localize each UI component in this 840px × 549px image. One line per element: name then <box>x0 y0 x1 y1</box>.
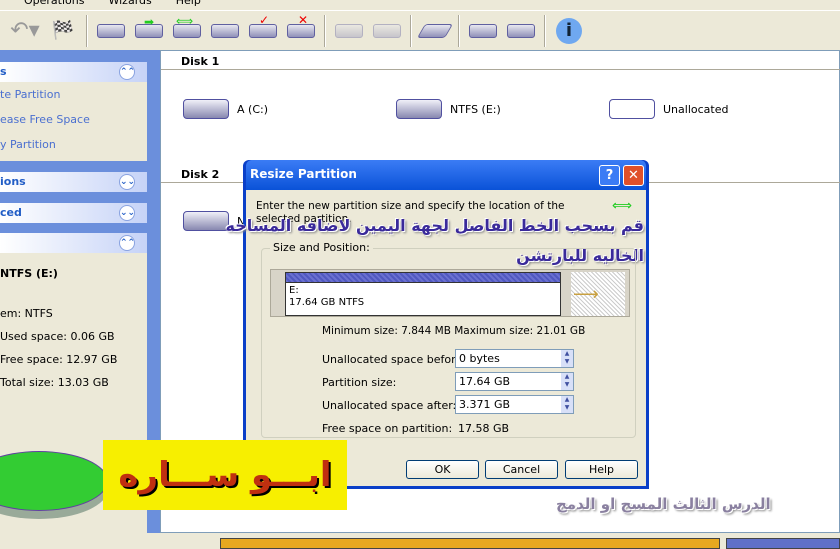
check-partition-icon: ✓ <box>249 13 277 38</box>
menu-help[interactable]: Help <box>176 0 201 8</box>
ok-button[interactable]: OK <box>406 460 479 479</box>
disk2-label: Disk 2 <box>181 168 220 181</box>
wipe-button[interactable] <box>416 15 454 47</box>
disk-drive-icon <box>183 211 229 231</box>
arabic-instruction-1: قم بسحب الخط الفاصل لجهة اليمين لاضافه ا… <box>225 216 644 235</box>
resize-partition-icon: ⟺ <box>611 198 632 214</box>
disabled-tool-2-button[interactable] <box>368 15 406 47</box>
explore-button[interactable] <box>502 15 540 47</box>
disk-strip <box>726 538 840 549</box>
unalloc-after-input[interactable]: 3.371 GB ▲ ▼ <box>455 395 574 414</box>
disk1-label: Disk 1 <box>181 55 220 68</box>
toolbar-separator <box>410 14 412 47</box>
info-icon: i <box>556 17 582 44</box>
bottom-bar <box>160 533 840 549</box>
size-position-group: Size and Position: E: 17.64 GB NTFS ⟶ Min… <box>261 241 636 438</box>
move-partition-button[interactable]: ➡ <box>130 15 168 47</box>
menu-wizards[interactable]: Wizards <box>108 0 151 8</box>
help-icon[interactable]: ? <box>599 165 620 186</box>
lesson-caption: الدرس الثالث المسح او الدمج <box>556 495 771 513</box>
divider <box>161 69 840 70</box>
spinner[interactable]: ▲ ▼ <box>561 373 573 390</box>
toolbar: ↶▾ 🏁 ➡ ⟺ ✓ ✕ i <box>0 10 840 50</box>
free-space-label: Free space on partition: <box>322 422 453 435</box>
unalloc-after-label: Unallocated space after: <box>322 399 457 412</box>
apply-button[interactable]: 🏁 <box>44 15 82 47</box>
undo-icon: ↶▾ <box>10 18 40 43</box>
sidebar-item-copy-partition[interactable]: y Partition <box>0 132 147 157</box>
disk-drive-icon <box>609 99 655 119</box>
volume-c[interactable]: A (C:) <box>183 99 268 119</box>
details-free: Free space: 12.97 GB <box>0 353 118 366</box>
cancel-button[interactable]: Cancel <box>485 460 558 479</box>
usage-pie-chart <box>0 451 108 511</box>
volume-unallocated[interactable]: Unallocated <box>609 99 728 119</box>
section-header[interactable]: s ⌃⌃ <box>0 62 147 82</box>
section-header[interactable]: ⌃⌃ <box>0 233 147 253</box>
chevron-down-icon[interactable]: ⌄⌄ <box>119 205 135 221</box>
properties-icon <box>469 23 497 38</box>
details-total: Total size: 13.03 GB <box>0 376 109 389</box>
details-fs: em: NTFS <box>0 307 53 320</box>
toolbar-separator <box>458 14 460 47</box>
partition-block[interactable]: E: 17.64 GB NTFS <box>285 272 561 316</box>
delete-partition-icon: ✕ <box>287 13 315 38</box>
section-header[interactable]: ced ⌄⌄ <box>0 203 147 223</box>
spinner[interactable]: ▲ ▼ <box>561 396 573 413</box>
section-header[interactable]: ions ⌄⌄ <box>0 172 147 192</box>
disabled-tool-1-icon <box>335 23 363 38</box>
volume-e[interactable]: NTFS (E:) <box>396 99 501 119</box>
sidebar-item-create-partition[interactable]: te Partition <box>0 82 147 107</box>
disk-drive-icon <box>396 99 442 119</box>
dialog-titlebar: Resize Partition ? ✕ <box>246 160 646 190</box>
format-partition-button[interactable] <box>206 15 244 47</box>
partition-usage-bar <box>286 273 560 283</box>
properties-button[interactable] <box>464 15 502 47</box>
unalloc-before-input[interactable]: 0 bytes ▲ ▼ <box>455 349 574 368</box>
partition-size-input[interactable]: 17.64 GB ▲ ▼ <box>455 372 574 391</box>
menu-bar: Operations Wizards Help <box>0 0 840 8</box>
format-partition-icon <box>211 23 239 38</box>
resize-partition-icon: ⟺ <box>173 14 201 38</box>
delete-partition-button[interactable]: ✕ <box>282 13 320 47</box>
sidebar-section-advanced: ced ⌄⌄ <box>0 203 147 223</box>
resize-partition-button[interactable]: ⟺ <box>168 14 206 47</box>
close-icon[interactable]: ✕ <box>623 165 644 186</box>
disk-drive-icon <box>183 99 229 119</box>
copy-partition-icon <box>97 23 125 38</box>
partition-size-label: Partition size: <box>322 376 397 389</box>
chevron-up-icon[interactable]: ⌃⌃ <box>119 235 135 251</box>
move-partition-icon: ➡ <box>135 15 163 38</box>
unallocated-block: ⟶ <box>571 272 625 316</box>
copy-partition-button[interactable] <box>92 15 130 47</box>
spinner[interactable]: ▲ ▼ <box>561 350 573 367</box>
arrow-right-icon: ⟶ <box>573 284 599 305</box>
wipe-icon <box>416 23 454 38</box>
unalloc-before-label: Unallocated space before: <box>322 353 466 366</box>
min-max-size: Minimum size: 7.844 MB Maximum size: 21.… <box>322 325 586 337</box>
author-banner: ابـــو ســـاره <box>103 440 347 510</box>
toolbar-separator <box>544 14 546 47</box>
details-name: NTFS (E:) <box>0 267 58 280</box>
sidebar-section-operations: ions ⌄⌄ <box>0 172 147 192</box>
details-used: Used space: 0.06 GB <box>0 330 115 343</box>
undo-button[interactable]: ↶▾ <box>6 15 44 47</box>
help-button[interactable]: Help <box>565 460 638 479</box>
info-button[interactable]: i <box>550 15 588 47</box>
chevron-down-icon[interactable]: ⌄⌄ <box>119 174 135 190</box>
progress-strip <box>220 538 720 549</box>
partition-resize-bar[interactable]: E: 17.64 GB NTFS ⟶ <box>270 269 630 317</box>
free-space-value: 17.58 GB <box>458 422 510 435</box>
toolbar-separator <box>86 14 88 47</box>
disabled-tool-2-icon <box>373 23 401 38</box>
disabled-tool-1-button[interactable] <box>330 15 368 47</box>
sidebar-item-release-free-space[interactable]: ease Free Space <box>0 107 147 132</box>
toolbar-separator <box>324 14 326 47</box>
sidebar-section-actions: s ⌃⌃ te Partition ease Free Space y Parti… <box>0 62 147 161</box>
chevron-up-icon[interactable]: ⌃⌃ <box>119 64 135 80</box>
apply-flag-icon: 🏁 <box>51 20 75 41</box>
menu-operations[interactable]: Operations <box>24 0 84 8</box>
check-partition-button[interactable]: ✓ <box>244 13 282 47</box>
explore-icon <box>507 23 535 38</box>
